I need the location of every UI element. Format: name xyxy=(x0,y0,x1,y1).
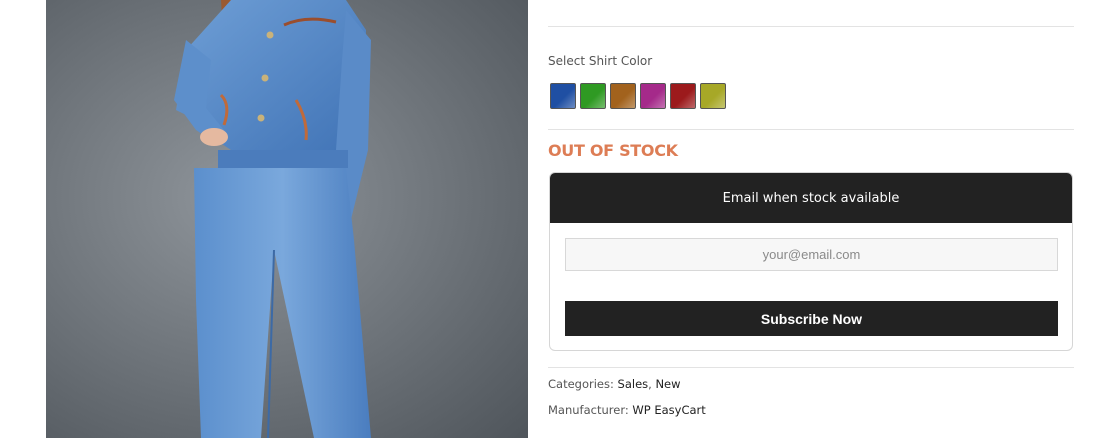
product-image xyxy=(46,0,528,438)
email-input[interactable] xyxy=(565,238,1058,271)
divider xyxy=(548,367,1074,368)
stock-notify-header: Email when stock available xyxy=(550,173,1072,223)
categories-row: Categories: Sales, New xyxy=(548,377,681,391)
color-select-label: Select Shirt Color xyxy=(548,54,653,68)
category-link-new[interactable]: New xyxy=(655,377,680,391)
color-swatch-blue[interactable] xyxy=(550,83,576,109)
color-swatch-olive[interactable] xyxy=(700,83,726,109)
manufacturer-label: Manufacturer: xyxy=(548,403,629,417)
divider xyxy=(548,26,1074,27)
model-illustration xyxy=(174,0,371,438)
manufacturer-row: Manufacturer: WP EasyCart xyxy=(548,403,706,417)
category-link-sales[interactable]: Sales xyxy=(618,377,649,391)
stock-status: OUT OF STOCK xyxy=(548,141,678,160)
manufacturer-link[interactable]: WP EasyCart xyxy=(632,403,705,417)
color-swatch-red[interactable] xyxy=(670,83,696,109)
color-swatches xyxy=(550,83,726,109)
product-details: Select Shirt Color OUT OF STOCK Email wh… xyxy=(548,0,1074,438)
color-swatch-green[interactable] xyxy=(580,83,606,109)
color-swatch-brown[interactable] xyxy=(610,83,636,109)
stock-notify-panel: Email when stock available Subscribe Now xyxy=(549,172,1073,351)
subscribe-button[interactable]: Subscribe Now xyxy=(565,301,1058,336)
color-swatch-magenta[interactable] xyxy=(640,83,666,109)
divider xyxy=(548,129,1074,130)
categories-label: Categories: xyxy=(548,377,614,391)
